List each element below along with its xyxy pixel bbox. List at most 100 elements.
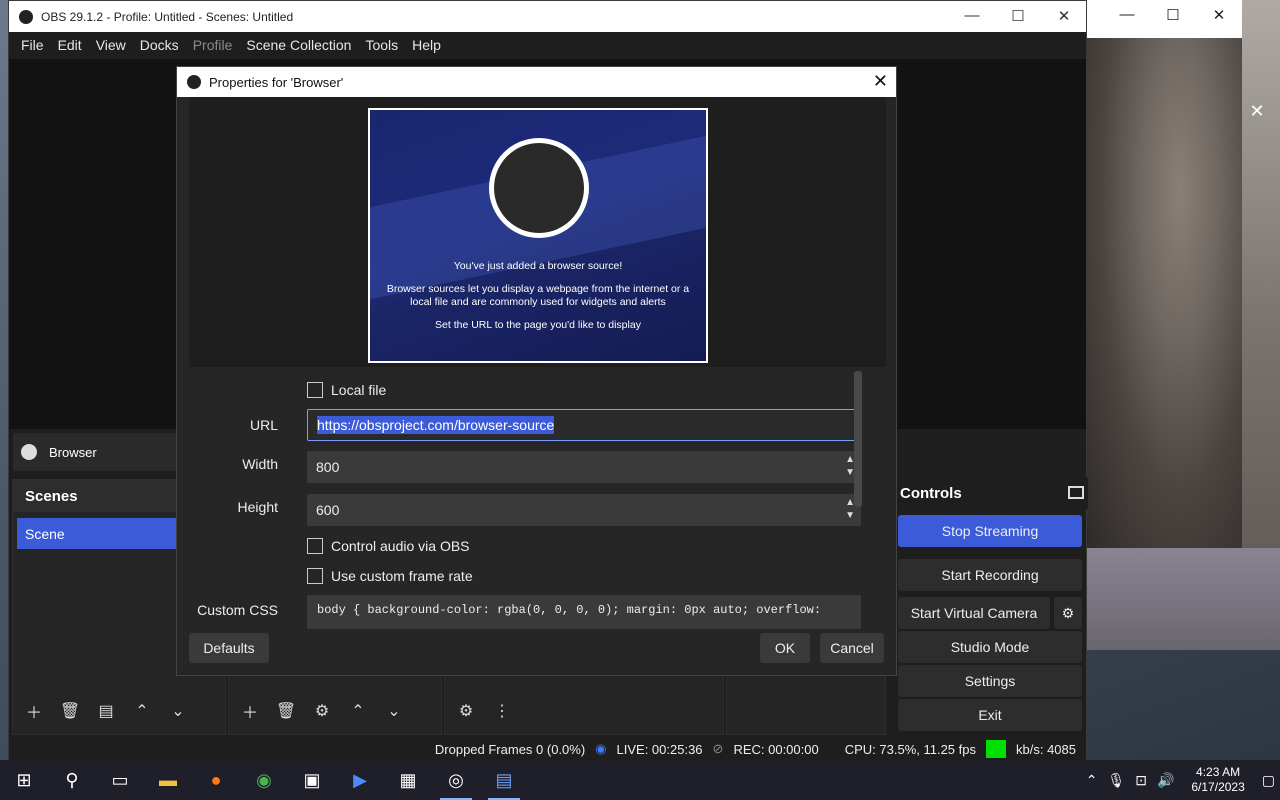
custom-css-label: Custom CSS (197, 602, 278, 618)
local-file-label: Local file (331, 382, 387, 398)
firefox-icon[interactable]: ● (192, 760, 240, 800)
browser-source-icon (21, 444, 37, 460)
control-audio-checkbox[interactable] (307, 538, 323, 554)
clock[interactable]: 4:23 AM 6/17/2023 (1191, 765, 1244, 795)
width-spinbox[interactable]: 800 ▲ ▼ (307, 451, 861, 483)
url-input[interactable]: https://obsproject.com/browser-source (307, 409, 861, 441)
menu-file[interactable]: File (21, 37, 44, 53)
menu-bar: File Edit View Docks Profile Scene Colle… (9, 32, 1086, 58)
form-scrollbar[interactable] (854, 371, 862, 507)
properties-form: Local file URL https://obsproject.com/br… (189, 367, 874, 629)
dialog-titlebar: Properties for 'Browser' ✕ (177, 67, 896, 97)
menu-docks[interactable]: Docks (140, 37, 179, 53)
remote-desktop-icon[interactable]: ▤ (480, 760, 528, 800)
url-label: URL (249, 417, 278, 433)
mixer-toolbar: ⚙ ⋮ (451, 696, 517, 726)
controls-dock: Controls Stop Streaming Start Recording … (898, 477, 1088, 733)
obs-window-title: OBS 29.1.2 - Profile: Untitled - Scenes:… (41, 9, 294, 24)
app-cube-icon[interactable]: ▣ (288, 760, 336, 800)
search-icon[interactable]: ⚲ (48, 760, 96, 800)
controls-title: Controls (898, 477, 1088, 509)
file-explorer-icon[interactable]: ▬ (144, 760, 192, 800)
local-file-checkbox[interactable] (307, 382, 323, 398)
volume-icon[interactable]: 🔊 (1157, 772, 1174, 789)
stop-streaming-button[interactable]: Stop Streaming (898, 515, 1082, 547)
control-audio-label: Control audio via OBS (331, 538, 470, 554)
clock-time: 4:23 AM (1196, 765, 1241, 779)
remove-scene-icon[interactable]: 🗑 (55, 696, 85, 726)
microphone-icon[interactable]: 🎙 (1107, 772, 1125, 789)
local-file-row[interactable]: Local file (307, 382, 386, 398)
custom-frame-rate-label: Use custom frame rate (331, 568, 473, 584)
browser-source-preview: You've just added a browser source! Brow… (368, 108, 708, 363)
image-viewer-icon[interactable]: ▦ (384, 760, 432, 800)
obs-logo-icon (19, 9, 33, 24)
start-recording-button[interactable]: Start Recording (898, 559, 1082, 591)
menu-profile[interactable]: Profile (193, 37, 233, 53)
rec-icon: ⊘ (712, 741, 724, 756)
move-down-icon[interactable]: ⌄ (379, 696, 409, 726)
menu-scene-collection[interactable]: Scene Collection (246, 37, 351, 53)
custom-frame-rate-row[interactable]: Use custom frame rate (307, 568, 473, 584)
show-hidden-icons-icon[interactable]: ⌃ (1086, 772, 1098, 789)
custom-css-textarea[interactable]: body { background-color: rgba(0, 0, 0, 0… (307, 595, 861, 629)
live-icon: ◉ (595, 741, 607, 756)
studio-mode-button[interactable]: Studio Mode (898, 631, 1082, 663)
preview-description: Browser sources let you display a webpag… (386, 283, 690, 308)
move-up-icon[interactable]: ⌃ (343, 696, 373, 726)
menu-view[interactable]: View (96, 37, 126, 53)
obs-logo-icon (489, 138, 589, 238)
notifications-icon[interactable]: ▢ (1262, 772, 1275, 789)
minimize-icon[interactable]: — (949, 7, 995, 24)
undock-icon[interactable] (1068, 486, 1084, 499)
add-scene-icon[interactable]: ＋ (19, 696, 49, 726)
move-up-icon[interactable]: ⌃ (127, 696, 157, 726)
sources-toolbar: ＋ 🗑 ⚙ ⌃ ⌄ (235, 696, 409, 726)
scenes-toolbar: ＋ 🗑 ▤ ⌃ ⌄ (19, 696, 193, 726)
start-virtual-camera-button[interactable]: Start Virtual Camera (898, 597, 1050, 629)
cpu-usage: CPU: 73.5%, 11.25 fps (844, 741, 976, 757)
stream-health-indicator (986, 740, 1006, 758)
remove-source-icon[interactable]: 🗑 (271, 696, 301, 726)
width-value: 800 (316, 459, 340, 475)
obs-taskbar-icon[interactable]: ◎ (432, 760, 480, 800)
status-bar: Dropped Frames 0 (0.0%) ◉ LIVE: 00:25:36… (9, 737, 1086, 761)
close-icon[interactable]: ✕ (1196, 6, 1242, 24)
source-properties-icon[interactable]: ⚙ (307, 696, 337, 726)
live-time: LIVE: 00:25:36 (616, 741, 703, 757)
background-window: — ☐ ✕ (1086, 0, 1242, 548)
maximize-icon[interactable]: ☐ (995, 7, 1041, 25)
menu-help[interactable]: Help (412, 37, 441, 53)
menu-tools[interactable]: Tools (365, 37, 398, 53)
preview-heading: You've just added a browser source! (453, 260, 623, 272)
mixer-menu-icon[interactable]: ⋮ (487, 696, 517, 726)
control-audio-row[interactable]: Control audio via OBS (307, 538, 470, 554)
overlay-close-icon[interactable]: ✕ (1242, 96, 1272, 126)
maximize-icon[interactable]: ☐ (1150, 6, 1196, 24)
defaults-button[interactable]: Defaults (189, 633, 269, 663)
exit-button[interactable]: Exit (898, 699, 1082, 731)
cancel-button[interactable]: Cancel (820, 633, 884, 663)
virtual-camera-settings-icon[interactable]: ⚙ (1054, 597, 1082, 629)
height-spinbox[interactable]: 600 ▲ ▼ (307, 494, 861, 526)
move-down-icon[interactable]: ⌄ (163, 696, 193, 726)
advanced-audio-icon[interactable]: ⚙ (451, 696, 481, 726)
properties-dialog: Properties for 'Browser' ✕ You've just a… (176, 66, 897, 676)
network-icon[interactable]: ⊡ (1135, 772, 1147, 789)
task-view-icon[interactable]: ▭ (96, 760, 144, 800)
background-photo (1086, 38, 1242, 548)
background-window-titlebar: — ☐ ✕ (1086, 0, 1242, 31)
menu-edit[interactable]: Edit (58, 37, 82, 53)
add-source-icon[interactable]: ＋ (235, 696, 265, 726)
close-icon[interactable]: ✕ (873, 71, 888, 92)
close-icon[interactable]: ✕ (1041, 7, 1087, 25)
scene-filters-icon[interactable]: ▤ (91, 696, 121, 726)
windows-start-icon[interactable]: ⊞ (0, 760, 48, 800)
chrome-icon[interactable]: ◉ (240, 760, 288, 800)
custom-frame-rate-checkbox[interactable] (307, 568, 323, 584)
ok-button[interactable]: OK (760, 633, 810, 663)
video-editor-icon[interactable]: ▶ (336, 760, 384, 800)
minimize-icon[interactable]: — (1104, 6, 1150, 23)
settings-button[interactable]: Settings (898, 665, 1082, 697)
system-tray: ⌃ 🎙 ⊡ 🔊 4:23 AM 6/17/2023 ▢ (1081, 760, 1280, 800)
